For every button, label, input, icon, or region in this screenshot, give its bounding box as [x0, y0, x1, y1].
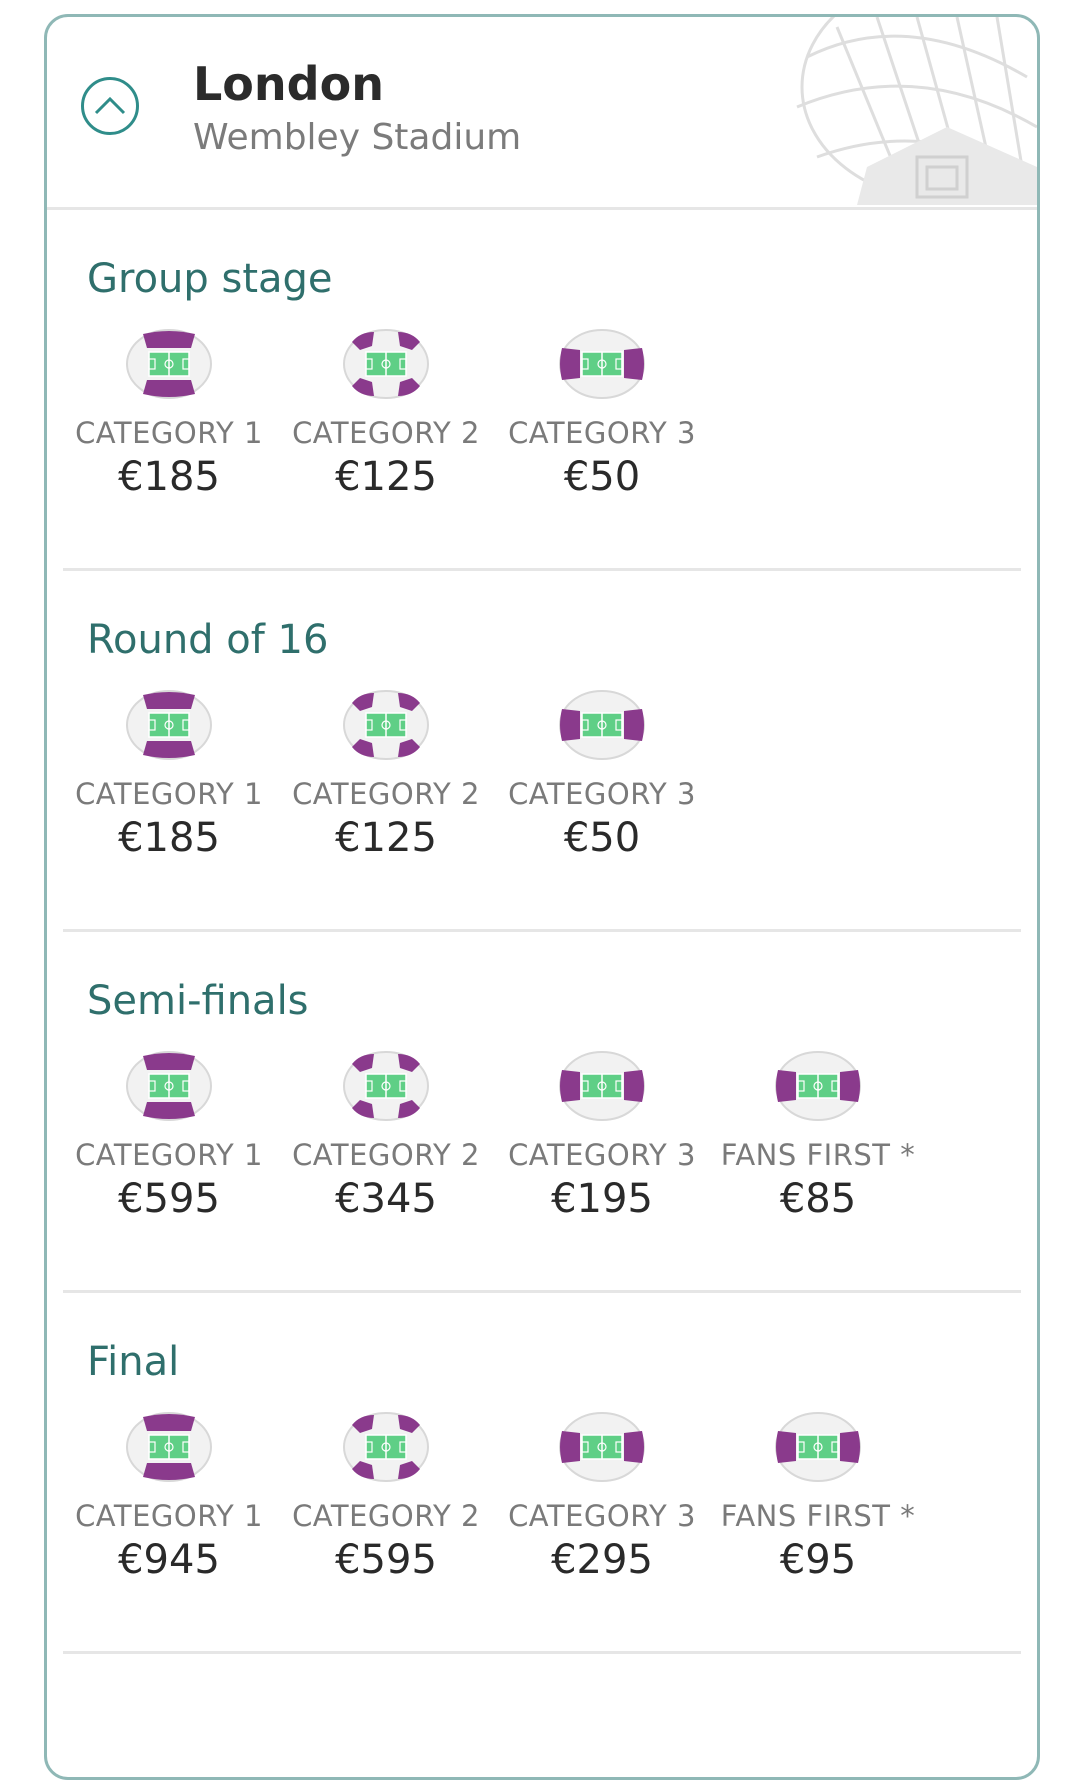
ticket-category[interactable]: CATEGORY 1 €945 — [69, 1411, 269, 1583]
category-label: CATEGORY 3 — [508, 416, 696, 450]
category-label: CATEGORY 1 — [75, 1499, 263, 1533]
stadium-seat-fans-first-icon — [775, 1051, 861, 1121]
category-label: CATEGORY 3 — [508, 1138, 696, 1172]
category-price: €50 — [563, 454, 641, 500]
pricing-section: Round of 16 CATEGORY 1 €185 CATEGORY 2 €12… — [63, 571, 1021, 932]
section-title: Group stage — [87, 256, 333, 302]
category-label: CATEGORY 1 — [75, 777, 263, 811]
stadium-illustration — [796, 17, 1037, 205]
stadium-seat-category-1-icon — [126, 690, 212, 760]
ticket-category[interactable]: CATEGORY 2 €345 — [286, 1050, 486, 1222]
ticket-category[interactable]: CATEGORY 2 €125 — [286, 689, 486, 861]
category-price: €185 — [118, 815, 220, 861]
ticket-category[interactable]: CATEGORY 3 €295 — [502, 1411, 702, 1583]
category-price: €295 — [551, 1537, 653, 1583]
category-label: CATEGORY 2 — [292, 777, 480, 811]
category-price: €945 — [118, 1537, 220, 1583]
category-label: CATEGORY 3 — [508, 777, 696, 811]
collapse-button[interactable] — [81, 77, 139, 135]
category-price: €50 — [563, 815, 641, 861]
category-price: €345 — [335, 1176, 437, 1222]
category-price: €595 — [118, 1176, 220, 1222]
stadium-seat-category-1-icon — [126, 1412, 212, 1482]
section-title: Final — [87, 1339, 180, 1385]
ticket-category[interactable]: CATEGORY 1 €595 — [69, 1050, 269, 1222]
venue-header: London Wembley Stadium — [47, 17, 1037, 210]
section-title: Semi-finals — [87, 978, 309, 1024]
stadium-seat-category-1-icon — [126, 1051, 212, 1121]
stadium-seat-category-2-icon — [343, 1412, 429, 1482]
category-price: €195 — [551, 1176, 653, 1222]
category-price: €95 — [779, 1537, 857, 1583]
ticket-category[interactable]: CATEGORY 2 €125 — [286, 328, 486, 500]
ticket-category[interactable]: CATEGORY 3 €195 — [502, 1050, 702, 1222]
stadium-seat-category-2-icon — [343, 1051, 429, 1121]
venue-name: Wembley Stadium — [193, 117, 522, 158]
category-label: CATEGORY 2 — [292, 416, 480, 450]
category-label: CATEGORY 3 — [508, 1499, 696, 1533]
category-label: CATEGORY 2 — [292, 1499, 480, 1533]
category-label: CATEGORY 1 — [75, 1138, 263, 1172]
stadium-seat-category-1-icon — [126, 329, 212, 399]
stadium-seat-fans-first-icon — [775, 1412, 861, 1482]
category-price: €125 — [335, 454, 437, 500]
ticket-category[interactable]: CATEGORY 2 €595 — [286, 1411, 486, 1583]
pricing-section: Group stage CATEGORY 1 €185 CATEGORY 2 €12… — [63, 210, 1021, 571]
stadium-seat-category-3-icon — [559, 690, 645, 760]
pricing-sections: Group stage CATEGORY 1 €185 CATEGORY 2 €12… — [47, 210, 1037, 1654]
category-label: FANS FIRST * — [720, 1499, 916, 1533]
ticket-category[interactable]: FANS FIRST * €95 — [718, 1411, 918, 1583]
ticket-category[interactable]: CATEGORY 3 €50 — [502, 689, 702, 861]
venue-card: London Wembley Stadium Group stage CATEG… — [44, 14, 1040, 1780]
category-price: €125 — [335, 815, 437, 861]
stadium-seat-category-3-icon — [559, 1412, 645, 1482]
chevron-up-icon — [94, 96, 126, 115]
stadium-seat-category-3-icon — [559, 1051, 645, 1121]
ticket-category[interactable]: CATEGORY 1 €185 — [69, 689, 269, 861]
stadium-seat-category-3-icon — [559, 329, 645, 399]
pricing-section: Final CATEGORY 1 €945 CATEGORY 2 €595 CATE… — [63, 1293, 1021, 1654]
category-label: CATEGORY 2 — [292, 1138, 480, 1172]
category-label: CATEGORY 1 — [75, 416, 263, 450]
stadium-seat-category-2-icon — [343, 690, 429, 760]
section-title: Round of 16 — [87, 617, 329, 663]
pricing-section: Semi-finals CATEGORY 1 €595 CATEGORY 2 €34… — [63, 932, 1021, 1293]
stadium-seat-category-2-icon — [343, 329, 429, 399]
ticket-category[interactable]: FANS FIRST * €85 — [718, 1050, 918, 1222]
category-price: €595 — [335, 1537, 437, 1583]
category-price: €185 — [118, 454, 220, 500]
ticket-category[interactable]: CATEGORY 3 €50 — [502, 328, 702, 500]
category-price: €85 — [779, 1176, 857, 1222]
city-name: London — [193, 57, 384, 111]
ticket-category[interactable]: CATEGORY 1 €185 — [69, 328, 269, 500]
category-label: FANS FIRST * — [720, 1138, 916, 1172]
